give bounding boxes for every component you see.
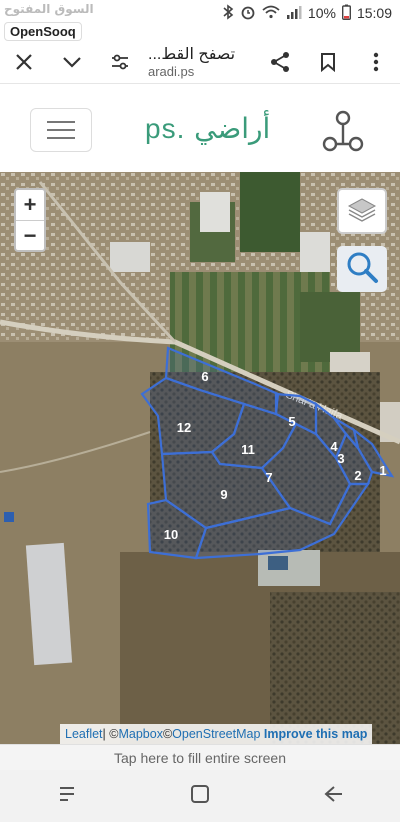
page-address[interactable]: تصفح القط... aradi.ps: [144, 44, 256, 79]
more-options-icon[interactable]: [352, 40, 400, 84]
site-logo-icon: [318, 110, 368, 161]
osm-link[interactable]: OpenStreetMap: [172, 727, 260, 741]
map-attribution: Leaflet | © Mapbox © OpenStreetMap Impro…: [60, 724, 373, 744]
zoom-out-button[interactable]: −: [16, 220, 44, 250]
zoom-control: + −: [14, 188, 46, 252]
parcel-label: 4: [330, 439, 338, 454]
browser-toolbar: تصفح القط... aradi.ps: [0, 40, 400, 84]
fill-screen-bar[interactable]: Tap here to fill entire screen: [0, 744, 400, 770]
menu-line-icon: [47, 129, 75, 131]
parcel-label: 6: [201, 369, 208, 384]
back-icon: [322, 784, 344, 809]
chevron-down-icon[interactable]: [48, 40, 96, 84]
parcel-label: 5: [288, 414, 295, 429]
attribution-copy: ©: [162, 727, 173, 741]
layers-icon: [347, 195, 377, 228]
system-nav-bar: [0, 770, 400, 822]
improve-map-link[interactable]: Improve this map: [264, 727, 368, 741]
screen: السوق المفتوح 10% 15:09 OpenSooq تصفح ال…: [0, 0, 400, 822]
home-icon: [189, 783, 211, 810]
page-title: تصفح القط...: [148, 46, 236, 63]
search-icon: [345, 250, 379, 289]
recents-button[interactable]: [37, 776, 97, 816]
parcel-label: 1: [379, 463, 386, 478]
layers-button[interactable]: [337, 188, 387, 234]
battery-percent: 10%: [307, 5, 336, 21]
menu-line-icon: [47, 121, 75, 123]
parcel-label: 2: [354, 468, 361, 483]
opensooq-badge: OpenSooq: [4, 22, 82, 41]
wifi-icon: [262, 5, 280, 22]
parcel-label: 9: [220, 487, 227, 502]
share-icon[interactable]: [256, 40, 304, 84]
hamburger-menu-button[interactable]: [30, 108, 92, 152]
fill-screen-text: Tap here to fill entire screen: [114, 749, 286, 766]
logo-arabic: أراضي: [194, 113, 271, 144]
mapbox-link[interactable]: Mapbox: [118, 727, 162, 741]
battery-icon: [341, 4, 351, 23]
bookmark-icon[interactable]: [304, 40, 352, 84]
attribution-sep: | ©: [102, 727, 119, 741]
parcel-label: 10: [164, 527, 178, 542]
logo-latin: ps.: [145, 113, 186, 144]
map-search-button[interactable]: [337, 246, 387, 292]
parcel-label: 11: [241, 442, 255, 457]
zoom-in-button[interactable]: +: [16, 190, 44, 220]
watermark-text: السوق المفتوح: [4, 2, 94, 16]
home-button[interactable]: [170, 776, 230, 816]
parcel-label: 12: [177, 420, 191, 435]
page-url: aradi.ps: [148, 64, 195, 79]
site-header: ps. أراضي: [0, 90, 400, 172]
clock-time: 15:09: [356, 5, 392, 21]
close-icon[interactable]: [0, 40, 48, 84]
parcel-label: 3: [337, 451, 344, 466]
site-logo-text[interactable]: ps. أراضي: [145, 112, 270, 145]
recents-icon: [56, 784, 78, 809]
bluetooth-icon: [222, 3, 234, 23]
menu-line-icon: [47, 137, 75, 139]
signal-icon: [286, 5, 302, 22]
parcel-label: 7: [265, 470, 272, 485]
site-settings-icon[interactable]: [96, 40, 144, 84]
back-button[interactable]: [303, 776, 363, 816]
map-view[interactable]: Shar'a Haifa 1 2 3 4: [0, 172, 400, 744]
leaflet-link[interactable]: Leaflet: [65, 727, 103, 741]
alarm-icon: [240, 4, 256, 23]
